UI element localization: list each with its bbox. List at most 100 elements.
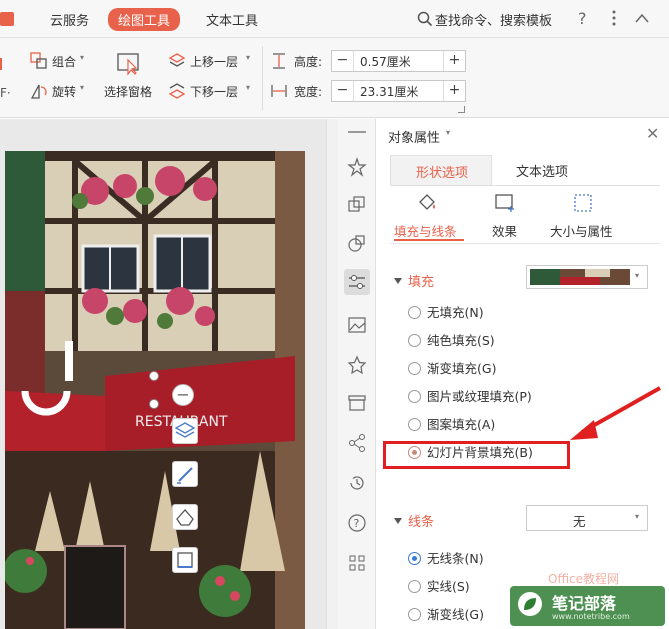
menu-drawing-tools[interactable]: 绘图工具 xyxy=(108,8,181,31)
line-option-radio[interactable]: 无线条(N) xyxy=(408,548,484,567)
height-increase-button[interactable]: + xyxy=(443,51,465,71)
fill-bucket-icon[interactable] xyxy=(416,192,438,214)
shape-outline-tool-button[interactable] xyxy=(172,504,198,530)
app-menu-icon[interactable] xyxy=(0,12,14,26)
fill-option-label: 图案填充(A) xyxy=(427,417,496,432)
selection-pane-button[interactable]: 选择窗格 xyxy=(104,83,152,100)
subtab-fill-line[interactable]: 填充与线条 xyxy=(394,221,457,240)
watermark-badge: 笔记部落 www.notetribe.com xyxy=(510,586,665,626)
close-icon[interactable]: ✕ xyxy=(646,124,659,143)
tab-shape-options-label: 形状选项 xyxy=(416,166,469,181)
selection-pane-icon[interactable] xyxy=(116,52,142,76)
help-icon[interactable]: ? xyxy=(578,9,587,28)
watermark-url: www.notetribe.com xyxy=(552,612,630,621)
line-section-label: 线条 xyxy=(408,515,435,530)
highlight-box xyxy=(383,441,570,469)
tab-divider xyxy=(390,185,660,186)
search-command-input[interactable]: 查找命令、搜索模板 xyxy=(435,10,552,29)
pen-tool-button[interactable] xyxy=(172,461,198,487)
height-icon xyxy=(270,52,288,70)
line-style-dropdown-icon: ▾ xyxy=(635,512,640,521)
annotation-arrow xyxy=(570,386,661,440)
height-decrease-button[interactable]: − xyxy=(332,51,354,71)
fill-section-header[interactable]: 填充 xyxy=(394,271,434,290)
restaurant-painting: RESTAURANT xyxy=(5,151,305,629)
group-icon[interactable] xyxy=(30,52,48,70)
selection-handle-top[interactable] xyxy=(149,371,159,381)
star-icon[interactable] xyxy=(347,355,367,375)
object-properties-panel: 对象属性 ▾ ✕ 形状选项 文本选项 填充与线条 效果 大小与属性 填充 ▾ 无… xyxy=(376,119,669,629)
fill-option-radio[interactable]: 无填充(N) xyxy=(408,302,484,321)
size-properties-icon[interactable] xyxy=(572,192,594,214)
width-field[interactable]: − 23.31厘米 + xyxy=(331,80,466,102)
rotate-dropdown-icon[interactable]: ▾ xyxy=(80,83,84,92)
subtab-active-indicator xyxy=(394,239,464,241)
layers-tool-button[interactable] xyxy=(172,418,198,444)
object-properties-icon[interactable] xyxy=(344,269,370,295)
bring-forward-dropdown-icon[interactable]: ▾ xyxy=(246,53,250,62)
bring-forward-icon[interactable] xyxy=(168,52,186,70)
share-icon[interactable] xyxy=(347,433,367,453)
shapes-icon[interactable] xyxy=(347,233,367,253)
magic-icon[interactable] xyxy=(347,157,367,177)
clone-icon[interactable] xyxy=(347,195,367,215)
panel-splitter[interactable] xyxy=(326,119,338,629)
group-button[interactable]: 组合 xyxy=(52,53,76,70)
subtab-size-properties[interactable]: 大小与属性 xyxy=(550,221,613,240)
subtab-effects[interactable]: 效果 xyxy=(492,221,517,240)
line-section-header[interactable]: 线条 xyxy=(394,511,434,530)
search-icon[interactable] xyxy=(417,11,433,27)
line-option-label: 实线(S) xyxy=(427,579,470,594)
line-style-dropdown[interactable]: 无 ▾ xyxy=(526,505,648,531)
rotate-icon[interactable] xyxy=(30,82,48,100)
radio-circle-icon xyxy=(408,552,421,565)
rotate-button[interactable]: 旋转 xyxy=(52,83,76,100)
fill-option-radio[interactable]: 图片或纹理填充(P) xyxy=(408,386,532,405)
selection-handle-bottom[interactable] xyxy=(149,399,159,409)
height-field[interactable]: − 0.57厘米 + xyxy=(331,50,466,72)
bring-forward-button[interactable]: 上移一层 xyxy=(190,53,238,70)
fill-option-radio[interactable]: 渐变填充(G) xyxy=(408,358,496,377)
radio-circle-icon xyxy=(408,362,421,375)
tab-text-options[interactable]: 文本选项 xyxy=(516,161,568,180)
line-option-label: 无线条(N) xyxy=(427,551,484,566)
width-increase-button[interactable]: + xyxy=(443,81,465,101)
menu-cloud-service[interactable]: 云服务 xyxy=(50,10,89,29)
fill-preview-dropdown[interactable]: ▾ xyxy=(526,265,648,289)
collapse-triangle-icon xyxy=(394,278,402,284)
fill-option-radio[interactable]: 图案填充(A) xyxy=(408,414,495,433)
collapse-ribbon-icon[interactable] xyxy=(634,12,650,26)
collapse-float-toolbar-button[interactable]: − xyxy=(172,384,194,406)
collapse-triangle-icon xyxy=(394,518,402,524)
send-backward-dropdown-icon[interactable]: ▾ xyxy=(246,83,250,92)
tab-shape-options[interactable]: 形状选项 xyxy=(390,155,492,185)
panel-title[interactable]: 对象属性 xyxy=(388,127,440,146)
group-dropdown-icon[interactable]: ▾ xyxy=(80,53,84,62)
fill-option-label: 图片或纹理填充(P) xyxy=(427,389,532,404)
send-backward-button[interactable]: 下移一层 xyxy=(190,83,238,100)
picture-icon[interactable] xyxy=(347,315,367,335)
cropped-tool-icon[interactable] xyxy=(0,58,10,70)
effects-icon[interactable] xyxy=(494,192,516,214)
more-icon[interactable] xyxy=(606,9,622,26)
history-icon[interactable] xyxy=(347,473,367,493)
line-option-radio[interactable]: 实线(S) xyxy=(408,576,470,595)
send-backward-icon[interactable] xyxy=(168,82,186,100)
height-value[interactable]: 0.57厘米 xyxy=(360,53,411,70)
width-decrease-button[interactable]: − xyxy=(332,81,354,101)
archive-icon[interactable] xyxy=(347,393,367,413)
width-value[interactable]: 23.31厘米 xyxy=(360,83,418,100)
fill-option-label: 渐变填充(G) xyxy=(427,361,497,376)
menu-text-tools[interactable]: 文本工具 xyxy=(206,10,258,29)
pane-menu-icon[interactable] xyxy=(348,131,366,133)
fill-option-radio[interactable]: 纯色填充(S) xyxy=(408,330,495,349)
line-option-radio[interactable]: 渐变线(G) xyxy=(408,604,484,623)
apps-grid-icon[interactable] xyxy=(347,553,367,573)
width-icon xyxy=(270,82,288,100)
panel-title-dropdown-icon[interactable]: ▾ xyxy=(446,128,450,137)
slide-image[interactable]: RESTAURANT − xyxy=(5,151,305,629)
crop-tool-button[interactable] xyxy=(172,547,198,573)
size-dialog-launcher-icon[interactable] xyxy=(458,106,465,113)
help-circle-icon[interactable]: ? xyxy=(347,513,367,533)
radio-circle-icon xyxy=(408,608,421,621)
